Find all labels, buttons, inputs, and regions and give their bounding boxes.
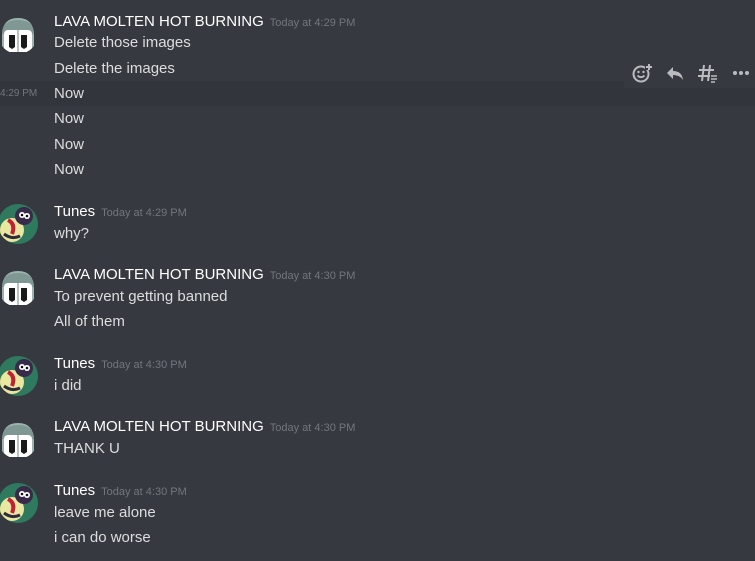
message-actions-toolbar: [624, 58, 755, 88]
character-avatar-icon[interactable]: [0, 204, 38, 244]
message-text: All of them: [54, 313, 125, 330]
message-text: i did: [54, 377, 82, 394]
character-avatar-icon[interactable]: [0, 356, 38, 396]
message-text: why?: [54, 225, 90, 242]
chat-messages-area: 4:29 PM LAVA MOLTEN HOT BURNING Today at …: [0, 0, 755, 561]
reply-icon[interactable]: [662, 60, 688, 86]
message-header: Tunes Today at 4:30 PM: [54, 481, 187, 501]
more-options-icon[interactable]: [728, 60, 754, 86]
username[interactable]: LAVA MOLTEN HOT BURNING: [54, 266, 264, 283]
helmet-avatar-icon[interactable]: [0, 14, 38, 54]
message-text: Now: [54, 161, 85, 178]
timestamp[interactable]: Today at 4:30 PM: [270, 422, 356, 434]
message-text: Delete those images: [54, 34, 191, 51]
username[interactable]: LAVA MOLTEN HOT BURNING: [54, 13, 264, 30]
thread-icon[interactable]: [695, 60, 721, 86]
character-avatar-icon[interactable]: [0, 483, 38, 523]
message-text: leave me alone: [54, 504, 156, 521]
message-text: THANK U: [54, 440, 120, 457]
timestamp[interactable]: Today at 4:30 PM: [270, 270, 356, 282]
helmet-avatar-icon[interactable]: [0, 267, 38, 307]
username[interactable]: Tunes: [54, 203, 95, 220]
hovered-message-timestamp: 4:29 PM: [0, 88, 38, 99]
timestamp[interactable]: Today at 4:30 PM: [101, 486, 187, 498]
message-text: Delete the images: [54, 60, 175, 77]
username[interactable]: LAVA MOLTEN HOT BURNING: [54, 418, 264, 435]
username[interactable]: Tunes: [54, 355, 95, 372]
helmet-avatar-icon[interactable]: [0, 419, 38, 459]
message-text: Now: [54, 136, 85, 153]
message-header: Tunes Today at 4:29 PM: [54, 202, 187, 222]
message-text: i can do worse: [54, 529, 151, 546]
timestamp[interactable]: Today at 4:29 PM: [101, 207, 187, 219]
message-header: LAVA MOLTEN HOT BURNING Today at 4:30 PM: [54, 417, 355, 437]
message-header: LAVA MOLTEN HOT BURNING Today at 4:29 PM: [54, 12, 355, 32]
message-text: Now: [54, 110, 85, 127]
add-reaction-icon[interactable]: [629, 60, 655, 86]
message-text: Now: [54, 85, 85, 102]
timestamp[interactable]: Today at 4:30 PM: [101, 359, 187, 371]
message-header: Tunes Today at 4:30 PM: [54, 354, 187, 374]
timestamp[interactable]: Today at 4:29 PM: [270, 17, 356, 29]
message-header: LAVA MOLTEN HOT BURNING Today at 4:30 PM: [54, 265, 355, 285]
message-text: To prevent getting banned: [54, 288, 228, 305]
username[interactable]: Tunes: [54, 482, 95, 499]
